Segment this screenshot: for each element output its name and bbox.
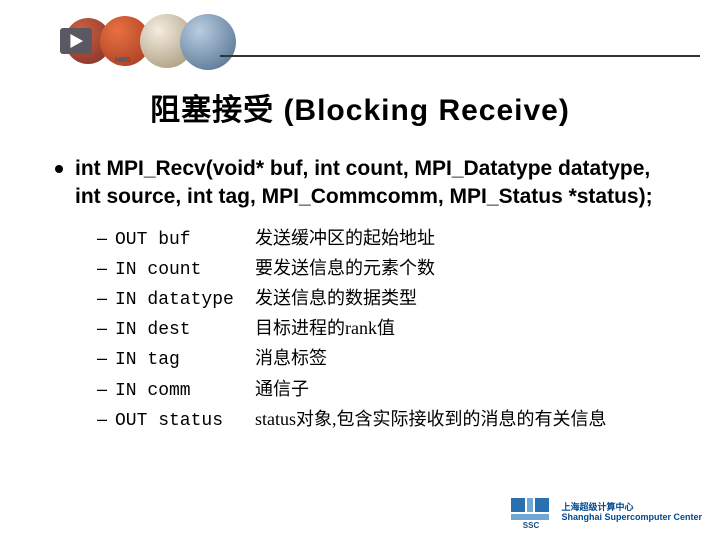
param-name: IN tag xyxy=(115,348,255,373)
dash-icon: – xyxy=(97,226,115,251)
param-row: – IN datatype 发送信息的数据类型 xyxy=(97,286,675,313)
dash-icon: – xyxy=(97,316,115,341)
dash-icon: – xyxy=(97,407,115,432)
param-row: – IN dest 目标进程的rank值 xyxy=(97,316,675,343)
dash-icon: – xyxy=(97,346,115,371)
param-desc: 消息标签 xyxy=(255,346,327,371)
param-name: OUT status xyxy=(115,409,255,434)
planet-icon-4 xyxy=(180,14,236,70)
footer-logo-icon: SSC xyxy=(509,494,553,530)
bullet-signature: int MPI_Recv(void* buf, int count, MPI_D… xyxy=(55,155,675,212)
param-row: – OUT status status对象,包含实际接收到的消息的有关信息 xyxy=(97,407,675,434)
top-tiny-text: HMS xyxy=(115,57,131,64)
param-desc: status对象,包含实际接收到的消息的有关信息 xyxy=(255,407,607,432)
dash-icon: – xyxy=(97,286,115,311)
footer-text: 上海超级计算中心 Shanghai Supercomputer Center xyxy=(561,502,702,523)
param-row: – IN count 要发送信息的元素个数 xyxy=(97,256,675,283)
svg-text:SSC: SSC xyxy=(523,521,540,530)
footer-org-en: Shanghai Supercomputer Center xyxy=(561,512,702,522)
dash-icon: – xyxy=(97,377,115,402)
param-name: IN count xyxy=(115,258,255,283)
param-name: IN dest xyxy=(115,318,255,343)
divider xyxy=(220,55,700,57)
param-desc: 通信子 xyxy=(255,377,309,402)
top-decor-strip: HMS xyxy=(20,8,280,68)
slide-title: 阻塞接受 (Blocking Receive) xyxy=(0,85,720,129)
slide: HMS 阻塞接受 (Blocking Receive) int MPI_Recv… xyxy=(0,0,720,540)
footer: SSC 上海超级计算中心 Shanghai Supercomputer Cent… xyxy=(509,494,702,530)
param-desc: 发送信息的数据类型 xyxy=(255,286,417,311)
slide-body: int MPI_Recv(void* buf, int count, MPI_D… xyxy=(55,155,675,437)
param-desc: 要发送信息的元素个数 xyxy=(255,256,435,281)
param-name: IN datatype xyxy=(115,288,255,313)
dash-icon: – xyxy=(97,256,115,281)
bullet-dot-icon xyxy=(55,165,63,173)
param-desc: 目标进程的rank值 xyxy=(255,316,395,341)
param-name: IN comm xyxy=(115,379,255,404)
play-icon xyxy=(60,28,92,54)
param-name: OUT buf xyxy=(115,228,255,253)
param-row: – IN tag 消息标签 xyxy=(97,346,675,373)
param-desc: 发送缓冲区的起始地址 xyxy=(255,226,435,251)
footer-org-cn: 上海超级计算中心 xyxy=(561,502,702,512)
function-signature: int MPI_Recv(void* buf, int count, MPI_D… xyxy=(75,155,675,212)
param-list: – OUT buf 发送缓冲区的起始地址 – IN count 要发送信息的元素… xyxy=(97,226,675,434)
param-row: – IN comm 通信子 xyxy=(97,377,675,404)
param-row: – OUT buf 发送缓冲区的起始地址 xyxy=(97,226,675,253)
